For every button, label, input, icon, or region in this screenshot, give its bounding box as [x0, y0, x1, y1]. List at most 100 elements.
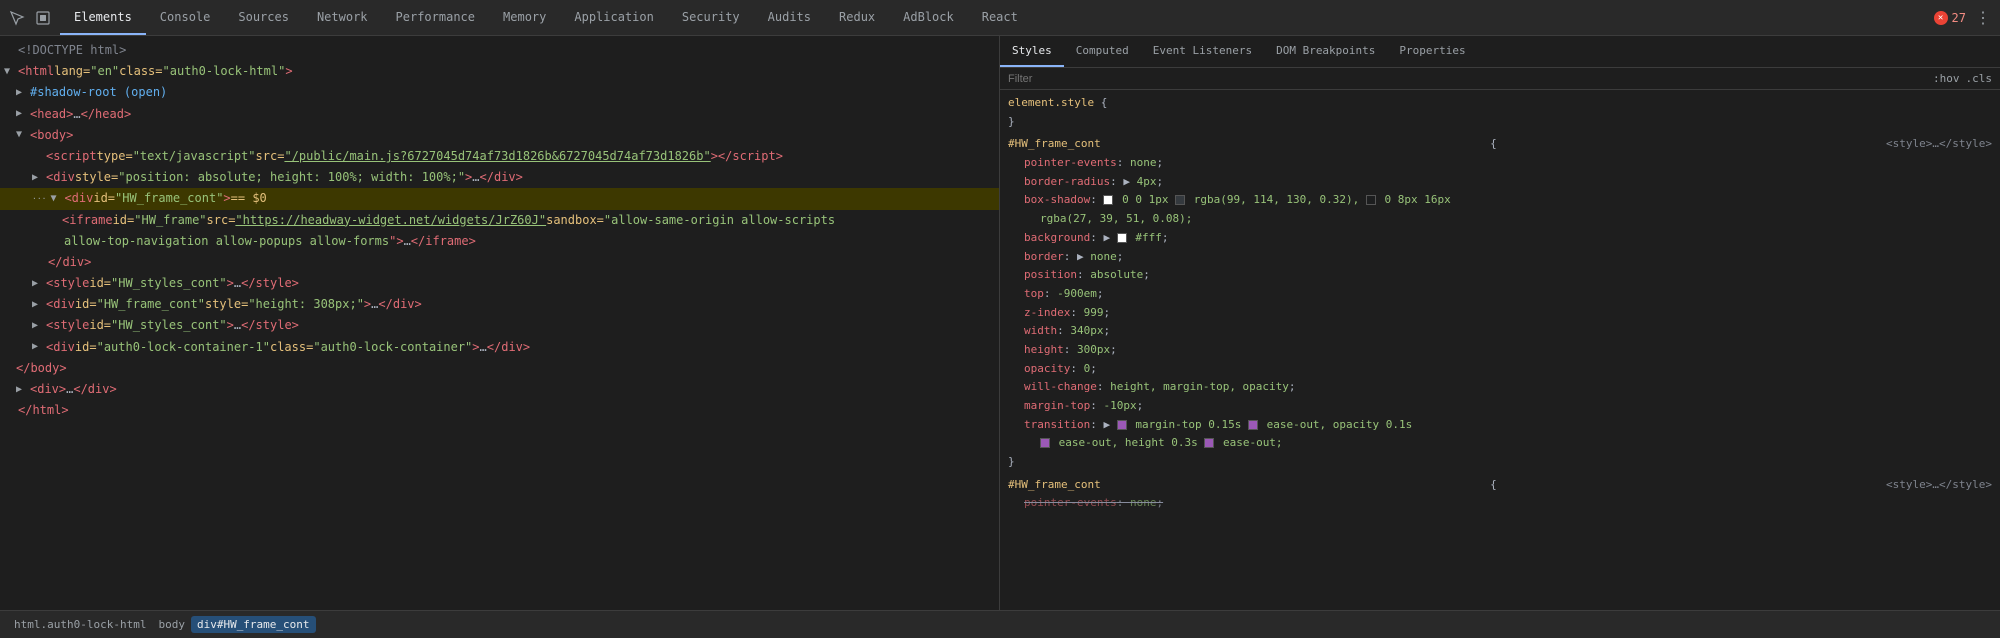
auth0-dots: …: [480, 338, 487, 357]
hw-prop-transition-cont: ease-out, height 0.3s ease-out;: [1008, 434, 1992, 453]
style1-dots: …: [234, 274, 241, 293]
hw-prop-position: position: absolute;: [1008, 266, 1992, 285]
iframe-id-value: "HW_frame": [134, 211, 206, 230]
iframe-sandbox-attr: sandbox=: [546, 211, 604, 230]
breadcrumb-body[interactable]: body: [152, 616, 191, 633]
tab-memory[interactable]: Memory: [489, 0, 560, 35]
css-prop-mt: margin-top: [1024, 399, 1090, 412]
auth0-triangle[interactable]: [32, 339, 44, 355]
tab-styles[interactable]: Styles: [1000, 36, 1064, 67]
head-triangle[interactable]: [16, 106, 28, 122]
tab-computed[interactable]: Computed: [1064, 36, 1141, 67]
tab-network[interactable]: Network: [303, 0, 382, 35]
tab-dom-breakpoints[interactable]: DOM Breakpoints: [1264, 36, 1387, 67]
dom-line-style1[interactable]: <style id="HW_styles_cont" >…</style>: [0, 273, 999, 294]
tab-security[interactable]: Security: [668, 0, 754, 35]
div-height-end: </div>: [378, 295, 421, 314]
breadcrumb-div[interactable]: div#HW_frame_cont: [191, 616, 316, 633]
css-prop-height: height: [1024, 343, 1064, 356]
styles-filter-btns: :hov .cls: [1933, 72, 1992, 85]
style2-id-value: "HW_styles_cont": [111, 316, 227, 335]
css-val-border: none: [1090, 250, 1117, 263]
auth0-class-attr: class=: [270, 338, 313, 357]
dom-line-style2[interactable]: <style id="HW_styles_cont" >…</style>: [0, 315, 999, 336]
div-outer-triangle[interactable]: [16, 382, 28, 398]
hw-brace2-open: {: [1490, 476, 1497, 495]
hw-rule2-prop-pe: pointer-events: none;: [1008, 494, 1992, 513]
script-src-value[interactable]: "/public/main.js?6727045d74af73d1826b&67…: [284, 147, 710, 166]
tab-sources[interactable]: Sources: [224, 0, 303, 35]
div-abs-triangle[interactable]: [32, 170, 44, 186]
element-style-brace-close: }: [1008, 115, 1015, 128]
css-val-width: 340px: [1070, 324, 1103, 337]
breadcrumb-html[interactable]: html.auth0-lock-html: [8, 616, 152, 633]
head-dots: …: [73, 105, 80, 124]
cursor-icon[interactable]: [8, 9, 26, 27]
error-badge[interactable]: ✕ 27: [1934, 11, 1966, 25]
dom-line-iframe[interactable]: <iframe id="HW_frame" src="https://headw…: [0, 210, 999, 231]
dom-line-html[interactable]: <html lang="en" class="auth0-lock-html" …: [0, 61, 999, 82]
inspect-icon[interactable]: [34, 9, 52, 27]
script-type-attr: type=: [97, 147, 133, 166]
html-triangle[interactable]: [4, 64, 16, 80]
styles-filter-input[interactable]: [1008, 73, 1925, 85]
tab-event-listeners[interactable]: Event Listeners: [1141, 36, 1264, 67]
iframe-dots: …: [404, 232, 411, 251]
dom-line-auth0[interactable]: <div id="auth0-lock-container-1" class="…: [0, 337, 999, 358]
devtools-toolbar: Elements Console Sources Network Perform…: [0, 0, 2000, 36]
script-tag: <script: [46, 147, 97, 166]
hw-rule2-header: #HW_frame_cont { <style>…</style>: [1008, 476, 1992, 495]
iframe-close: ">: [389, 232, 403, 251]
hov-button[interactable]: :hov: [1933, 72, 1960, 85]
dom-line-head[interactable]: <head>…</head>: [0, 104, 999, 125]
element-style-brace-open: {: [1101, 96, 1108, 109]
hw-dollar: == $0: [231, 189, 267, 208]
dom-line-script[interactable]: <script type="text/javascript" src="/pub…: [0, 146, 999, 167]
dom-line-div-height[interactable]: <div id="HW_frame_cont" style="height: 3…: [0, 294, 999, 315]
tab-audits[interactable]: Audits: [754, 0, 825, 35]
dom-line-div-outer[interactable]: <div>…</div>: [0, 379, 999, 400]
hw-frame-cont-rule2: #HW_frame_cont { <style>…</style> pointe…: [1008, 476, 1992, 513]
iframe-src-attr: src=: [207, 211, 236, 230]
shadow-root-triangle[interactable]: [16, 85, 28, 101]
tab-react[interactable]: React: [968, 0, 1032, 35]
css-val-bs1: 0 0 1px: [1122, 193, 1175, 206]
html-class-value: "auth0-lock-html": [163, 62, 286, 81]
dom-line-shadow-root[interactable]: #shadow-root (open): [0, 82, 999, 103]
element-style-close: }: [1008, 113, 1992, 132]
dom-line-hw-cont[interactable]: ··· <div id="HW_frame_cont" > == $0: [0, 188, 999, 209]
css-val-top: -900em: [1057, 287, 1097, 300]
hw-prop-zindex: z-index: 999;: [1008, 304, 1992, 323]
div-height-style-attr: style=: [205, 295, 248, 314]
style1-triangle[interactable]: [32, 276, 44, 292]
tab-redux[interactable]: Redux: [825, 0, 889, 35]
hw-end-div: </div>: [48, 253, 91, 272]
toolbar-tabs: Elements Console Sources Network Perform…: [60, 0, 1926, 35]
css-val-bs2: rgba(99, 114, 130, 0.32),: [1194, 193, 1360, 206]
body-triangle[interactable]: [16, 127, 28, 143]
html-lang-value: "en": [90, 62, 119, 81]
dom-line-div-abs[interactable]: <div style="position: absolute; height: …: [0, 167, 999, 188]
more-options-icon[interactable]: ⋮: [1974, 9, 1992, 27]
div-height-style-value: "height: 308px;": [248, 295, 364, 314]
hw-triangle[interactable]: [50, 191, 62, 207]
div-height-triangle[interactable]: [32, 297, 44, 313]
tab-performance[interactable]: Performance: [382, 0, 489, 35]
css-prop-tr: transition: [1024, 418, 1090, 431]
error-count: 27: [1952, 11, 1966, 25]
hw-prop-box-shadow-cont: rgba(27, 39, 51, 0.08);: [1008, 210, 1992, 229]
tab-console[interactable]: Console: [146, 0, 225, 35]
tab-adblock[interactable]: AdBlock: [889, 0, 968, 35]
iframe-src-value[interactable]: "https://headway-widget.net/widgets/JrZ6…: [235, 211, 546, 230]
tab-properties[interactable]: Properties: [1387, 36, 1477, 67]
style2-triangle[interactable]: [32, 318, 44, 334]
styles-panel: Styles Computed Event Listeners DOM Brea…: [1000, 36, 2000, 610]
dom-line-body-open[interactable]: <body>: [0, 125, 999, 146]
tab-application[interactable]: Application: [560, 0, 667, 35]
auth0-tag: <div: [46, 338, 75, 357]
cls-button[interactable]: .cls: [1966, 72, 1993, 85]
tab-elements[interactable]: Elements: [60, 0, 146, 35]
div-height-id-value: "HW_frame_cont": [97, 295, 205, 314]
div-height-dots: …: [371, 295, 378, 314]
css-val-pos: absolute: [1090, 268, 1143, 281]
